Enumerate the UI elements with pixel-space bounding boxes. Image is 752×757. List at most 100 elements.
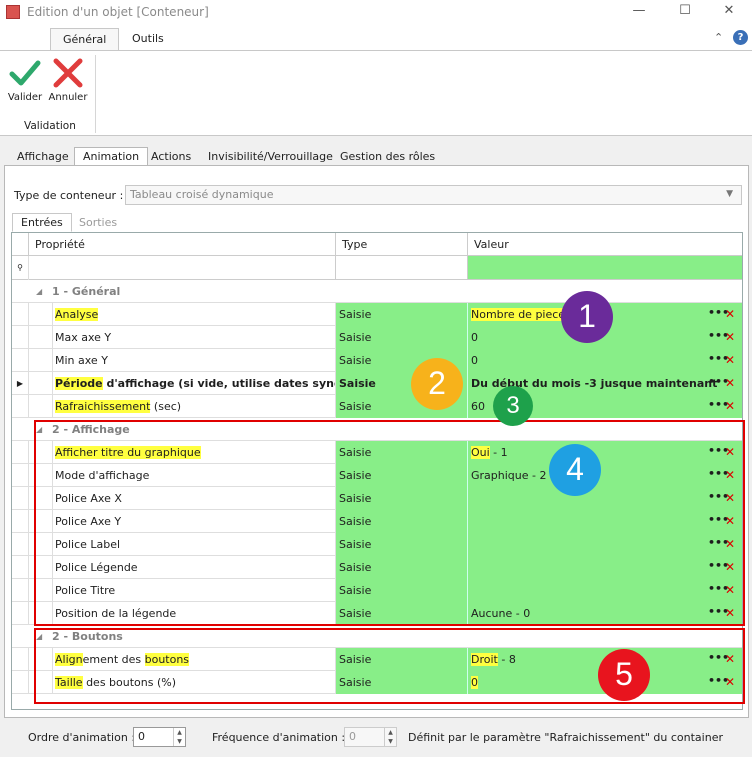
annotation-3: 3 bbox=[493, 386, 533, 426]
annuler-label: Annuler bbox=[48, 92, 88, 103]
value-text: Nombre de pieces bbox=[471, 308, 571, 321]
group-title: 1 - Général bbox=[52, 285, 121, 298]
filter-row: ⚲ bbox=[12, 256, 742, 280]
tab-affichage[interactable]: Affichage bbox=[8, 147, 78, 166]
filter-valeur[interactable] bbox=[468, 256, 742, 279]
maximize-button[interactable]: ☐ bbox=[662, 0, 708, 24]
remove-icon[interactable]: ✕ bbox=[725, 372, 735, 395]
subtab-sorties[interactable]: Sorties bbox=[70, 213, 126, 232]
tab-animation[interactable]: Animation bbox=[74, 147, 149, 166]
close-button[interactable]: ✕ bbox=[706, 0, 752, 24]
ribbon-collapse-icon[interactable]: ⌃ bbox=[714, 31, 723, 44]
row-selector[interactable] bbox=[12, 671, 29, 694]
remove-icon[interactable]: ✕ bbox=[725, 395, 735, 418]
app-icon bbox=[6, 5, 20, 19]
column-header-valeur[interactable]: Valeur bbox=[468, 233, 742, 256]
container-type-label: Type de conteneur : bbox=[14, 189, 124, 202]
remove-icon[interactable]: ✕ bbox=[725, 326, 735, 349]
property-highlight: Rafraichissement bbox=[55, 400, 151, 413]
help-icon[interactable]: ? bbox=[733, 30, 748, 45]
row-selector[interactable] bbox=[12, 579, 29, 602]
table-row[interactable]: Analyse Saisie Nombre de pieces ••• ✕ bbox=[12, 303, 742, 326]
filter-type[interactable] bbox=[336, 256, 468, 279]
frequency-label: Fréquence d'animation : bbox=[212, 731, 346, 744]
row-selector[interactable] bbox=[12, 510, 29, 533]
property-highlight: Analyse bbox=[55, 308, 99, 321]
frequency-spinner[interactable]: 0 ▲ ▼ bbox=[344, 727, 397, 747]
row-selector[interactable] bbox=[12, 556, 29, 579]
property-text: Max axe Y bbox=[55, 331, 112, 344]
ribbon-group-divider bbox=[95, 55, 96, 133]
minimize-button[interactable]: — bbox=[616, 0, 662, 24]
table-row[interactable]: Max axe Y Saisie 0 ••• ✕ bbox=[12, 326, 742, 349]
property-cell[interactable]: Analyse bbox=[52, 303, 336, 326]
valider-label: Valider bbox=[7, 92, 43, 103]
valider-button[interactable]: Valider bbox=[5, 56, 45, 108]
header-corner bbox=[12, 233, 29, 256]
property-cell[interactable]: Rafraichissement (sec) bbox=[52, 395, 336, 418]
value-text: 60 bbox=[471, 400, 485, 413]
ribbon-tab-general[interactable]: Général bbox=[50, 28, 120, 50]
annotation-2: 2 bbox=[411, 358, 463, 410]
annotation-4: 4 bbox=[549, 444, 601, 496]
container-type-value: Tableau croisé dynamique bbox=[130, 188, 274, 201]
container-type-select[interactable]: Tableau croisé dynamique ▼ bbox=[125, 185, 742, 205]
row-selector[interactable] bbox=[12, 349, 29, 372]
row-selector[interactable] bbox=[12, 602, 29, 625]
row-selector[interactable]: ▶ bbox=[12, 372, 29, 395]
order-label: Ordre d'animation : bbox=[28, 731, 136, 744]
row-selector[interactable] bbox=[12, 464, 29, 487]
ribbon-tab-outils[interactable]: Outils bbox=[120, 28, 176, 50]
annotation-5: 5 bbox=[598, 649, 650, 701]
value-cell[interactable]: 0 ••• bbox=[468, 349, 742, 372]
value-text: 0 bbox=[471, 331, 478, 344]
order-value: 0 bbox=[138, 730, 145, 743]
spinner-arrows-icon[interactable]: ▲ ▼ bbox=[173, 728, 185, 746]
group-header[interactable]: ◢ 1 - Général bbox=[12, 280, 742, 303]
checkmark-icon bbox=[9, 60, 41, 86]
cross-icon bbox=[53, 58, 83, 88]
row-selector[interactable] bbox=[12, 303, 29, 326]
chevron-down-icon: ▼ bbox=[726, 189, 733, 199]
ribbon-body bbox=[0, 50, 752, 136]
property-cell[interactable]: Période d'affichage (si vide, utilise da… bbox=[52, 372, 336, 395]
property-cell[interactable]: Min axe Y bbox=[52, 349, 336, 372]
subtab-entrees[interactable]: Entrées bbox=[12, 213, 72, 232]
column-header-type[interactable]: Type bbox=[336, 233, 468, 256]
type-cell[interactable]: Saisie bbox=[336, 326, 468, 349]
collapse-triangle-icon[interactable]: ◢ bbox=[36, 280, 42, 303]
filter-propriete[interactable] bbox=[29, 256, 336, 279]
order-spinner[interactable]: 0 ▲ ▼ bbox=[133, 727, 186, 747]
tab-actions[interactable]: Actions bbox=[142, 147, 200, 166]
annotation-1: 1 bbox=[561, 291, 613, 343]
row-selector[interactable] bbox=[12, 326, 29, 349]
property-text: Min axe Y bbox=[55, 354, 108, 367]
column-header-propriete[interactable]: Propriété bbox=[29, 233, 336, 256]
property-highlight: Période bbox=[55, 377, 103, 390]
property-text: (sec) bbox=[150, 400, 182, 413]
remove-icon[interactable]: ✕ bbox=[725, 303, 735, 326]
title-bar: Edition d'un objet [Conteneur] — ☐ ✕ bbox=[0, 0, 752, 24]
frequency-value: 0 bbox=[349, 730, 356, 743]
value-text: 0 bbox=[471, 354, 478, 367]
highlight-box-affichage bbox=[34, 420, 745, 626]
row-selector[interactable] bbox=[12, 533, 29, 556]
spinner-arrows-icon[interactable]: ▲ ▼ bbox=[384, 728, 396, 746]
frequency-note: Définit par le paramètre "Rafraichisseme… bbox=[408, 731, 723, 744]
table-row[interactable]: Rafraichissement (sec) Saisie 60 ••• ✕ bbox=[12, 395, 742, 418]
tab-invisibilite[interactable]: Invisibilité/Verrouillage bbox=[199, 147, 342, 166]
row-selector[interactable] bbox=[12, 648, 29, 671]
row-selector[interactable] bbox=[12, 487, 29, 510]
filter-icon: ⚲ bbox=[12, 256, 29, 280]
table-row[interactable]: ▶ Période d'affichage (si vide, utilise d… bbox=[12, 372, 742, 395]
tab-gestion-roles[interactable]: Gestion des rôles bbox=[331, 147, 444, 166]
row-selector[interactable] bbox=[12, 395, 29, 418]
property-text: d'affichage (si vide, utilise dates syno… bbox=[102, 377, 336, 390]
ribbon-group-label: Validation bbox=[24, 120, 76, 132]
property-cell[interactable]: Max axe Y bbox=[52, 326, 336, 349]
type-cell[interactable]: Saisie bbox=[336, 303, 468, 326]
remove-icon[interactable]: ✕ bbox=[725, 349, 735, 372]
annuler-button[interactable]: Annuler bbox=[48, 56, 88, 108]
row-selector[interactable] bbox=[12, 441, 29, 464]
table-row[interactable]: Min axe Y Saisie 0 ••• ✕ bbox=[12, 349, 742, 372]
